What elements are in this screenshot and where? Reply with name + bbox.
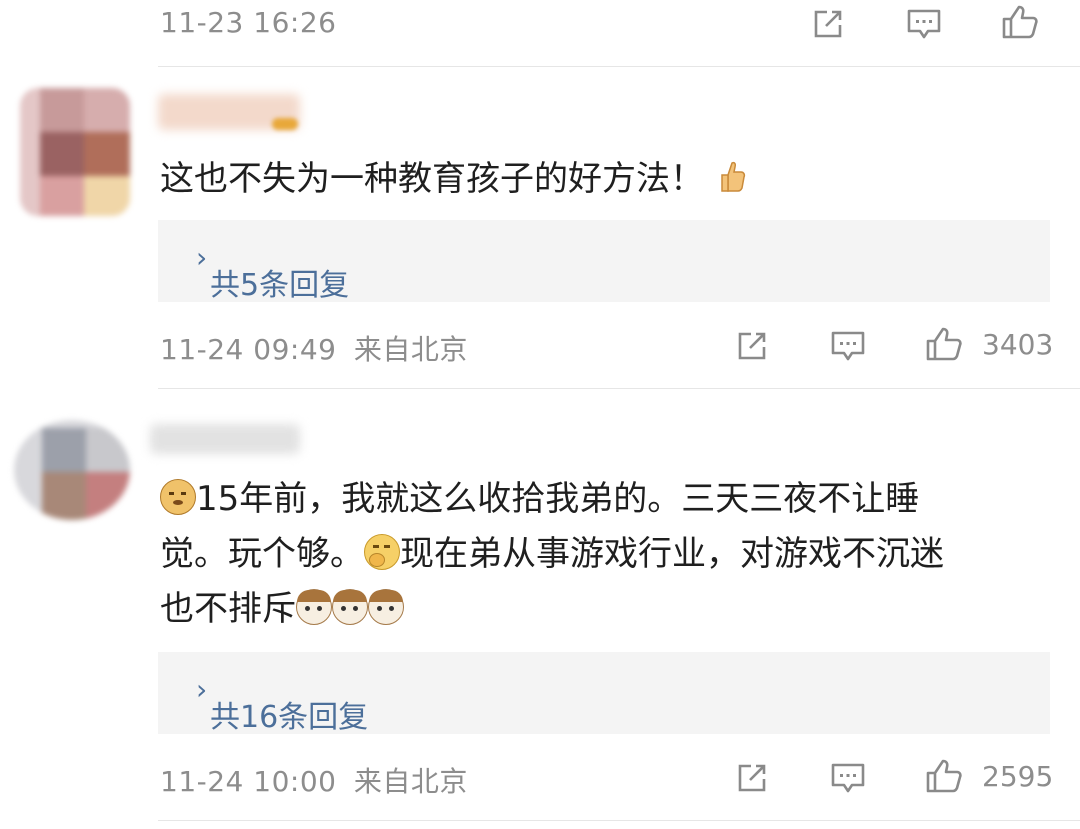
view-replies-button[interactable]: 共5条回复 › bbox=[158, 220, 1050, 303]
comment-meta-row: 11-24 09:49 来自北京 3403 bbox=[0, 322, 1080, 372]
divider bbox=[158, 66, 1080, 67]
comment-timestamp: 11-24 10:00 来自北京 bbox=[160, 760, 468, 800]
comment-icon[interactable] bbox=[828, 326, 868, 366]
chevron-right-icon: › bbox=[196, 673, 208, 706]
doge-emoji-icon bbox=[160, 479, 196, 515]
comment-text: 15年前，我就这么收拾我弟的。三天三夜不让睡 觉。玩个够。 现在弟从事游戏行业，… bbox=[160, 472, 1050, 637]
comment-line-3: 也不排斥 bbox=[160, 589, 296, 629]
share-icon[interactable] bbox=[732, 326, 772, 366]
cat-emoji-icon bbox=[368, 589, 404, 625]
comment-line-2a: 觉。玩个够。 bbox=[160, 534, 364, 574]
view-replies-button[interactable]: 共16条回复 › bbox=[158, 652, 1050, 735]
thumbs-up-emoji-icon bbox=[718, 161, 748, 195]
location: 来自北京 bbox=[353, 333, 468, 366]
timestamp: 11-24 10:00 bbox=[160, 765, 337, 798]
comment-timestamp: 11-23 16:26 bbox=[160, 6, 337, 39]
cat-emoji-icon bbox=[332, 589, 368, 625]
divider bbox=[158, 388, 1080, 389]
share-icon[interactable] bbox=[732, 758, 772, 798]
user-badge bbox=[272, 118, 298, 130]
comment-icon[interactable] bbox=[828, 758, 868, 798]
reply-count-label: 共5条回复 bbox=[210, 268, 350, 303]
comment-line-2b: 现在弟从事游戏行业，对游戏不沉迷 bbox=[400, 534, 944, 574]
reply-count-label: 共16条回复 bbox=[210, 700, 369, 735]
chevron-right-icon: › bbox=[196, 241, 208, 274]
cat-emoji-icon bbox=[296, 589, 332, 625]
comment-meta-row: 11-24 10:00 来自北京 2595 bbox=[0, 754, 1080, 804]
comment-timestamp: 11-24 09:49 来自北京 bbox=[160, 328, 468, 368]
comment-icon[interactable] bbox=[904, 4, 944, 44]
username-redacted[interactable] bbox=[150, 424, 300, 454]
like-count: 2595 bbox=[982, 760, 1054, 793]
avatar[interactable] bbox=[20, 88, 130, 216]
like-icon[interactable] bbox=[924, 324, 964, 364]
like-icon[interactable] bbox=[924, 756, 964, 796]
like-count: 3403 bbox=[982, 328, 1054, 361]
timestamp: 11-24 09:49 bbox=[160, 333, 337, 366]
divider bbox=[158, 820, 1080, 821]
comment-meta-row: 11-23 16:26 bbox=[0, 0, 1080, 50]
avatar[interactable] bbox=[14, 420, 130, 520]
comment-text-body: 这也不失为一种教育孩子的好方法！ bbox=[160, 159, 704, 199]
comment-text: 这也不失为一种教育孩子的好方法！ bbox=[160, 152, 748, 207]
comment-line-1: 15年前，我就这么收拾我弟的。三天三夜不让睡 bbox=[196, 479, 920, 519]
share-icon[interactable] bbox=[808, 4, 848, 44]
location: 来自北京 bbox=[353, 765, 468, 798]
thinking-emoji-icon bbox=[364, 534, 400, 570]
like-icon[interactable] bbox=[1000, 2, 1040, 42]
